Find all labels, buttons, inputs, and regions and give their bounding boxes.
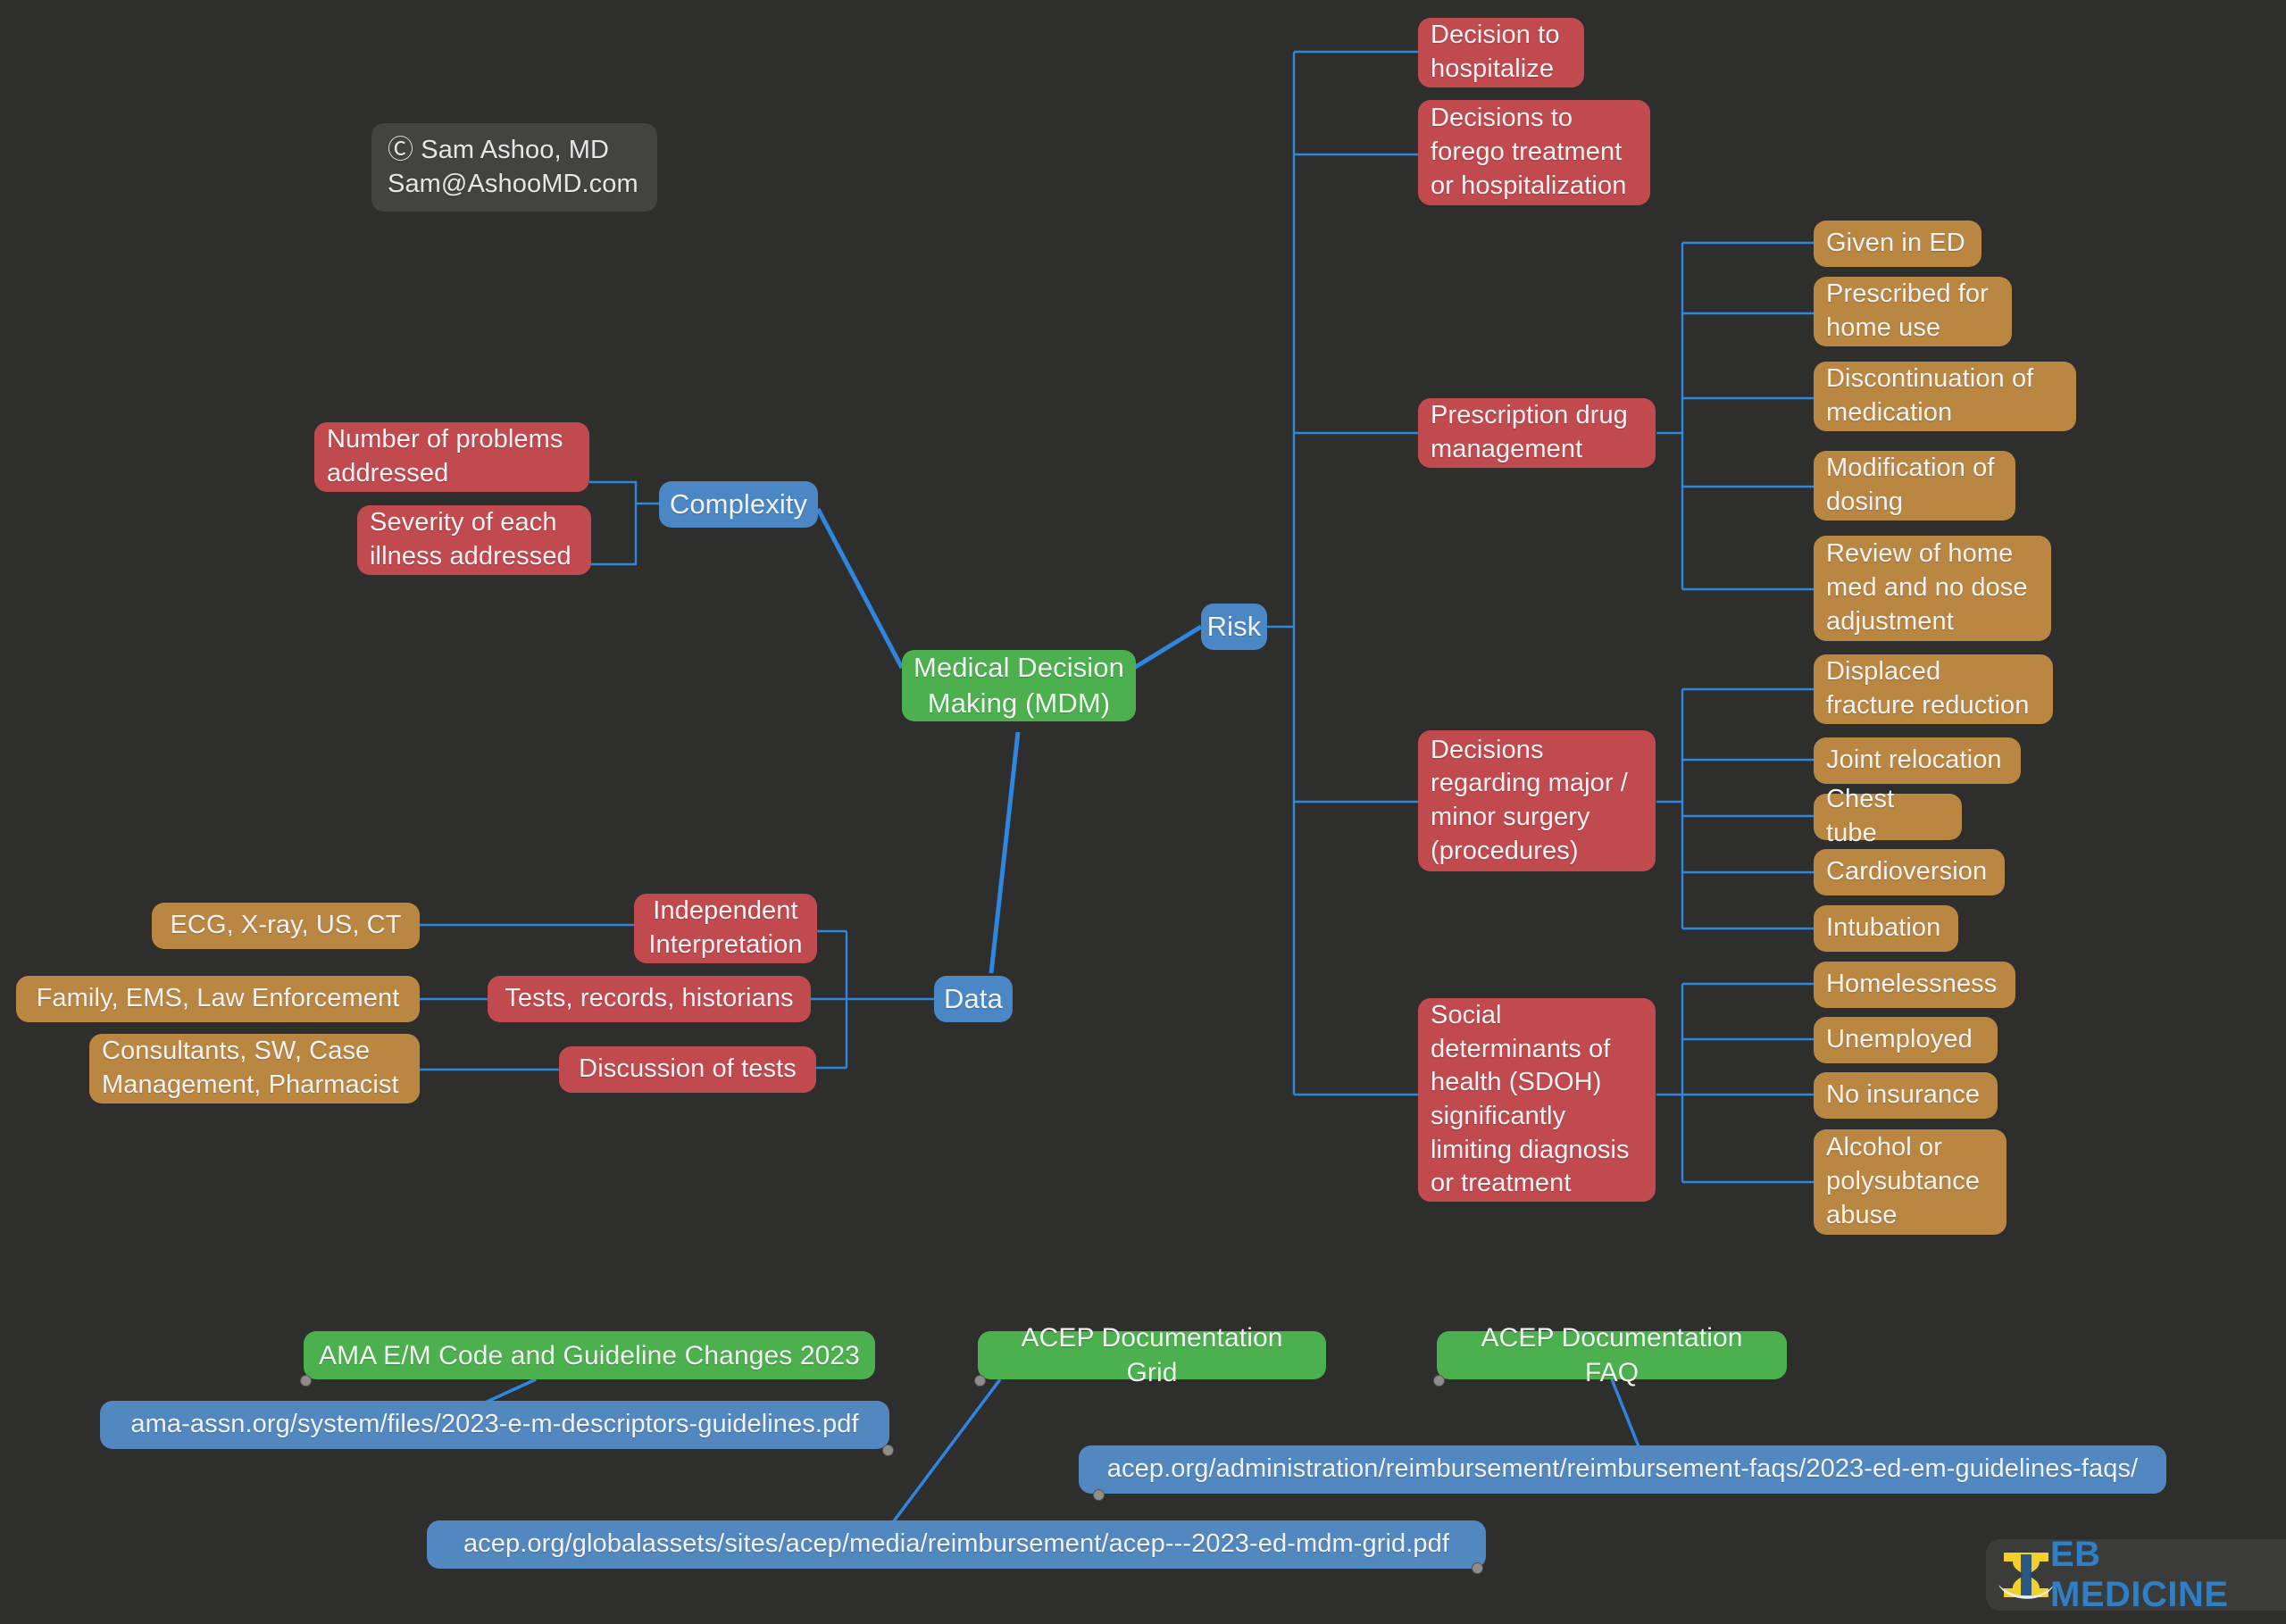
data-leaf-2-0[interactable]: Consultants, SW, Case Management, Pharma…	[89, 1034, 420, 1103]
logo-wordmark: EB MEDICINE	[2050, 1535, 2229, 1614]
root-node-mdm[interactable]: Medical Decision Making (MDM)	[902, 650, 1136, 721]
risk-child-3-leaf-0[interactable]: Displaced fracture reduction	[1814, 654, 2053, 724]
risk-child-2-leaf-1[interactable]: Prescribed for home use	[1814, 277, 2012, 346]
risk-child-2-leaf-3[interactable]: Modification of dosing	[1814, 451, 2015, 521]
reference-handle-2[interactable]	[1433, 1375, 1445, 1387]
data-child-2[interactable]: Discussion of tests	[559, 1046, 816, 1093]
eb-medicine-logo: EB MEDICINE	[1986, 1535, 2286, 1614]
data-child-1[interactable]: Tests, records, historians	[488, 976, 811, 1022]
reference-handle-0[interactable]	[300, 1375, 312, 1387]
risk-child-2-leaf-4[interactable]: Review of home med and no dose adjustmen…	[1814, 536, 2051, 641]
reference-url-handle-0[interactable]	[882, 1445, 894, 1456]
data-leaf-1-0[interactable]: Family, EMS, Law Enforcement	[16, 976, 420, 1022]
branch-node-risk[interactable]: Risk	[1201, 604, 1267, 650]
risk-child-4-leaf-0[interactable]: Homelessness	[1814, 962, 2015, 1008]
risk-child-4-leaf-3[interactable]: Alcohol or polysubtance abuse	[1814, 1129, 2007, 1235]
reference-title-1[interactable]: ACEP Documentation Grid	[978, 1323, 1326, 1387]
reference-url-0[interactable]: ama-assn.org/system/files/2023-e-m-descr…	[100, 1401, 889, 1449]
reference-url-handle-1[interactable]	[1472, 1562, 1483, 1574]
branch-node-complexity[interactable]: Complexity	[659, 481, 818, 528]
risk-child-3-leaf-1[interactable]: Joint relocation	[1814, 737, 2021, 784]
reference-url-handle-2[interactable]	[1093, 1489, 1105, 1501]
reference-handle-1[interactable]	[974, 1375, 986, 1387]
risk-child-4-leaf-1[interactable]: Unemployed	[1814, 1017, 1998, 1063]
reference-url-1[interactable]: acep.org/globalassets/sites/acep/media/r…	[427, 1520, 1486, 1569]
reference-url-2[interactable]: acep.org/administration/reimbursement/re…	[1079, 1445, 2166, 1494]
credit-box: Ⓒ Sam Ashoo, MD Sam@AshooMD.com	[371, 123, 657, 212]
complexity-child-1[interactable]: Severity of each illness addressed	[357, 505, 591, 575]
risk-child-4-leaf-2[interactable]: No insurance	[1814, 1072, 1998, 1119]
risk-child-0[interactable]: Decision to hospitalize	[1418, 18, 1584, 87]
data-child-0[interactable]: Independent Interpretation	[634, 894, 817, 963]
credit-line-1: Ⓒ Sam Ashoo, MD	[388, 136, 610, 164]
risk-child-3-leaf-4[interactable]: Intubation	[1814, 905, 1958, 952]
risk-child-1[interactable]: Decisions to forego treatment or hospita…	[1418, 100, 1650, 205]
hourglass-icon	[1998, 1549, 2054, 1601]
credit-line-2: Sam@AshooMD.com	[388, 169, 638, 198]
risk-child-2-leaf-0[interactable]: Given in ED	[1814, 221, 1981, 267]
risk-child-3-leaf-3[interactable]: Cardioversion	[1814, 849, 2005, 895]
branch-node-data[interactable]: Data	[934, 976, 1013, 1022]
risk-child-2[interactable]: Prescription drug management	[1418, 398, 1656, 468]
risk-child-3-leaf-2[interactable]: Chest tube	[1814, 785, 1962, 847]
risk-child-2-leaf-2[interactable]: Discontinuation of medication	[1814, 362, 2076, 431]
reference-title-0[interactable]: AMA E/M Code and Guideline Changes 2023	[304, 1331, 875, 1379]
mindmap-canvas: Ⓒ Sam Ashoo, MD Sam@AshooMD.com Medical …	[0, 0, 2286, 1624]
data-leaf-0-0[interactable]: ECG, X-ray, US, CT	[152, 903, 420, 949]
risk-child-4[interactable]: Social determinants of health (SDOH) sig…	[1418, 998, 1656, 1202]
risk-child-3[interactable]: Decisions regarding major / minor surger…	[1418, 730, 1656, 871]
reference-title-2[interactable]: ACEP Documentation FAQ	[1437, 1323, 1787, 1387]
complexity-child-0[interactable]: Number of problems addressed	[314, 422, 589, 492]
